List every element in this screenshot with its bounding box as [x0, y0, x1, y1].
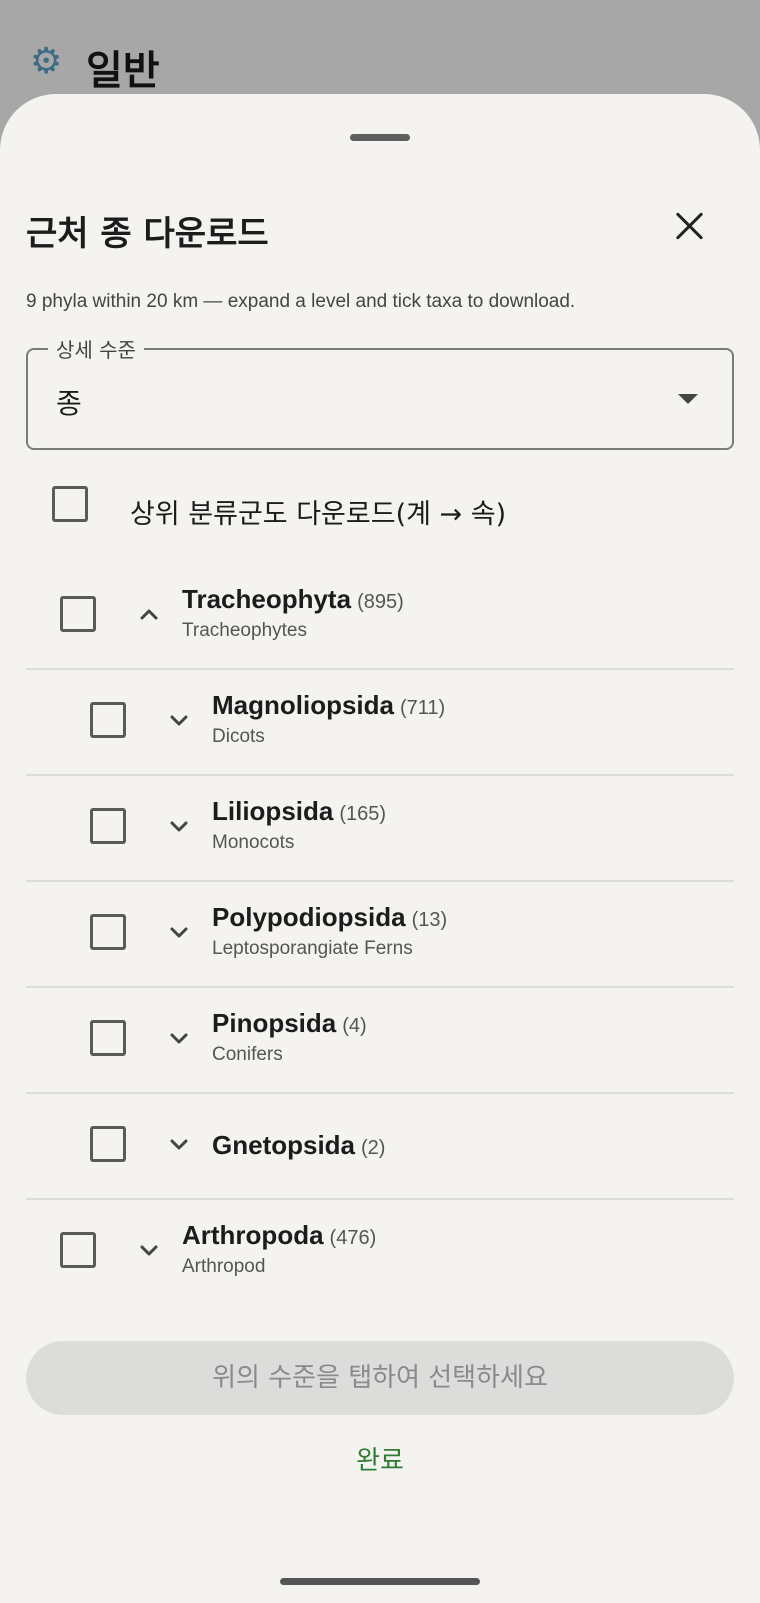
taxon-row[interactable]: Magnoliopsida (711) Dicots	[0, 670, 760, 774]
taxon-name: Gnetopsida (2)	[212, 1130, 385, 1161]
done-button[interactable]: 완료	[330, 1436, 430, 1486]
detail-level-label: 상세 수준	[48, 334, 144, 363]
chevron-down-icon[interactable]	[168, 921, 190, 943]
chevron-down-icon[interactable]	[138, 1239, 160, 1261]
chevron-down-icon[interactable]	[168, 815, 190, 837]
taxon-name-text: Pinopsida	[212, 1008, 337, 1038]
taxon-checkbox[interactable]	[60, 1232, 96, 1268]
taxon-common-name: Arthropod	[182, 1256, 266, 1277]
sheet-subtitle: 9 phyla within 20 km — expand a level an…	[26, 291, 576, 312]
taxon-row[interactable]: Polypodiopsida (13) Leptosporangiate Ferns	[0, 882, 760, 986]
taxon-checkbox[interactable]	[90, 914, 126, 950]
chevron-down-icon[interactable]	[168, 709, 190, 731]
taxon-checkbox[interactable]	[90, 1020, 126, 1056]
taxon-checkbox[interactable]	[90, 1126, 126, 1162]
drag-handle[interactable]	[350, 134, 410, 141]
taxon-row[interactable]: Gnetopsida (2)	[0, 1094, 760, 1198]
taxon-count: (711)	[400, 697, 446, 719]
higher-taxa-label: 상위 분류군도 다운로드(계 → 속)	[130, 499, 507, 530]
taxon-row[interactable]: Tracheophyta (895) Tracheophytes	[0, 564, 760, 668]
gear-icon: ⚙	[30, 41, 63, 82]
taxon-count: (4)	[342, 1015, 367, 1037]
taxon-name: Liliopsida (165)	[212, 796, 386, 827]
download-action-button[interactable]: 위의 수준을 탭하여 선택하세요	[26, 1341, 734, 1415]
taxon-common-name: Dicots	[212, 726, 265, 747]
chevron-down-icon[interactable]	[168, 1027, 190, 1049]
taxon-name-text: Polypodiopsida	[212, 902, 406, 932]
taxon-common-name: Conifers	[212, 1044, 283, 1065]
close-icon[interactable]	[664, 202, 716, 254]
taxon-checkbox[interactable]	[90, 808, 126, 844]
taxon-name: Arthropoda (476)	[182, 1220, 376, 1251]
taxon-name: Tracheophyta (895)	[182, 584, 404, 615]
taxon-name: Magnoliopsida (711)	[212, 690, 445, 721]
taxon-name-text: Arthropoda	[182, 1220, 324, 1250]
taxon-checkbox[interactable]	[60, 596, 96, 632]
taxon-name: Polypodiopsida (13)	[212, 902, 447, 933]
sheet-title: 근처 종 다운로드	[26, 214, 269, 254]
background-page-title: 일반	[86, 48, 160, 94]
detail-level-value: 종	[56, 387, 82, 420]
taxon-name: Pinopsida (4)	[212, 1008, 367, 1039]
taxon-count: (165)	[339, 803, 387, 825]
taxon-common-name: Leptosporangiate Ferns	[212, 938, 413, 959]
taxon-count: (895)	[357, 591, 404, 613]
higher-taxa-checkbox[interactable]	[52, 486, 88, 522]
taxon-checkbox[interactable]	[90, 702, 126, 738]
taxon-count: (2)	[361, 1137, 386, 1159]
dropdown-arrow-icon	[678, 394, 698, 404]
taxon-name-text: Liliopsida	[212, 796, 334, 826]
taxon-count: (13)	[411, 909, 448, 931]
chevron-up-icon[interactable]	[138, 603, 160, 625]
taxon-name-text: Tracheophyta	[182, 584, 352, 614]
taxon-name-text: Magnoliopsida	[212, 690, 394, 720]
taxon-row[interactable]: Arthropoda (476) Arthropod	[0, 1200, 760, 1304]
taxon-count: (476)	[329, 1227, 377, 1249]
gesture-nav-bar	[280, 1578, 480, 1585]
taxon-row[interactable]: Liliopsida (165) Monocots	[0, 776, 760, 880]
taxon-name-text: Gnetopsida	[212, 1130, 356, 1160]
taxon-row[interactable]: Pinopsida (4) Conifers	[0, 988, 760, 1092]
download-bottom-sheet: 근처 종 다운로드 9 phyla within 20 km — expand …	[0, 94, 760, 1603]
taxon-common-name: Tracheophytes	[182, 620, 307, 641]
taxon-common-name: Monocots	[212, 832, 295, 853]
detail-level-dropdown[interactable]: 상세 수준 종	[26, 334, 734, 450]
chevron-down-icon[interactable]	[168, 1133, 190, 1155]
